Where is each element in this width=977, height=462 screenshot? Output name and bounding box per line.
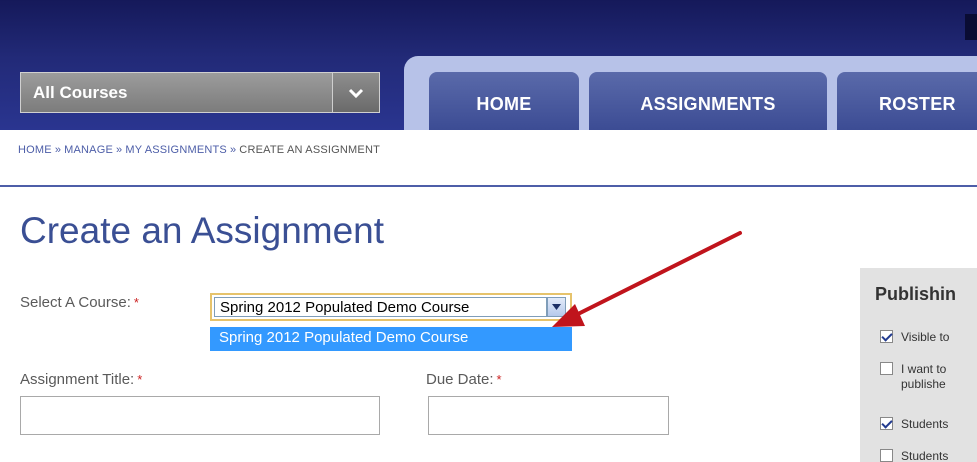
course-filter-label: All Courses [33,83,128,102]
breadcrumb-current: CREATE AN ASSIGNMENT [239,144,381,156]
publishing-title: Publishin [875,284,956,304]
breadcrumb-separator: » [54,144,62,156]
checkbox-checked-icon[interactable] [880,330,893,343]
select-course-label: Select A Course: * [20,294,139,311]
tab-assignments[interactable]: ASSIGNMENTS [589,72,827,130]
chevron-down-icon[interactable] [332,73,379,112]
dropdown-arrow-icon[interactable] [547,297,566,317]
course-filter-dropdown[interactable]: All Courses [20,72,380,113]
publishing-option[interactable]: Visible to [880,330,949,345]
publishing-option[interactable]: Students [880,417,948,432]
course-option-highlighted[interactable]: Spring 2012 Populated Demo Course [210,327,572,351]
required-marker: * [133,295,139,310]
breadcrumb: HOME» MANAGE» MY ASSIGNMENTS» CREATE AN ASS… [18,144,380,156]
publishing-option[interactable]: I want to publishe [880,362,946,392]
required-marker: * [137,372,143,387]
publishing-option[interactable]: Students [880,449,948,462]
checkbox-unchecked-icon[interactable] [880,362,893,375]
publishing-option-label: Visible to [901,330,950,344]
breadcrumb-separator: » [116,144,123,156]
tab-roster[interactable]: ROSTER [837,72,977,130]
header-divider [0,185,977,187]
breadcrumb-manage-link[interactable]: MANAGE [64,144,113,156]
publishing-panel: Publishin Visible to I want to publishe … [860,268,977,462]
top-navigation-bar: All Courses HOME ASSIGNMENTS ROSTER [0,0,977,130]
publishing-option-line: publishe [901,377,946,391]
checkbox-checked-icon[interactable] [880,417,893,430]
page-title: Create an Assignment [20,210,385,251]
publishing-option-line: I want to [901,362,947,376]
assignment-title-label-text: Assignment Title: [20,371,135,388]
publishing-option-label: Students [901,449,949,462]
breadcrumb-my-assignments-link[interactable]: MY ASSIGNMENTS [125,144,227,156]
course-select-value: Spring 2012 Populated Demo Course [220,299,470,316]
checkbox-unchecked-icon[interactable] [880,449,893,462]
due-date-label: Due Date: * [426,371,502,388]
course-select[interactable]: Spring 2012 Populated Demo Course [210,293,572,321]
publishing-option-label: I want to publishe [901,362,946,392]
publishing-option-label: Students [901,417,949,431]
assignment-title-label: Assignment Title: * [20,371,142,388]
assignment-title-input[interactable] [20,396,380,435]
breadcrumb-separator: » [229,144,237,156]
top-corner-block [965,14,977,40]
select-course-label-text: Select A Course: [20,294,131,311]
course-select-field[interactable]: Spring 2012 Populated Demo Course [214,297,547,317]
due-date-label-text: Due Date: [426,371,494,388]
breadcrumb-home-link[interactable]: HOME [18,144,52,156]
due-date-input[interactable] [428,396,669,435]
tab-home[interactable]: HOME [429,72,579,130]
required-marker: * [496,372,502,387]
